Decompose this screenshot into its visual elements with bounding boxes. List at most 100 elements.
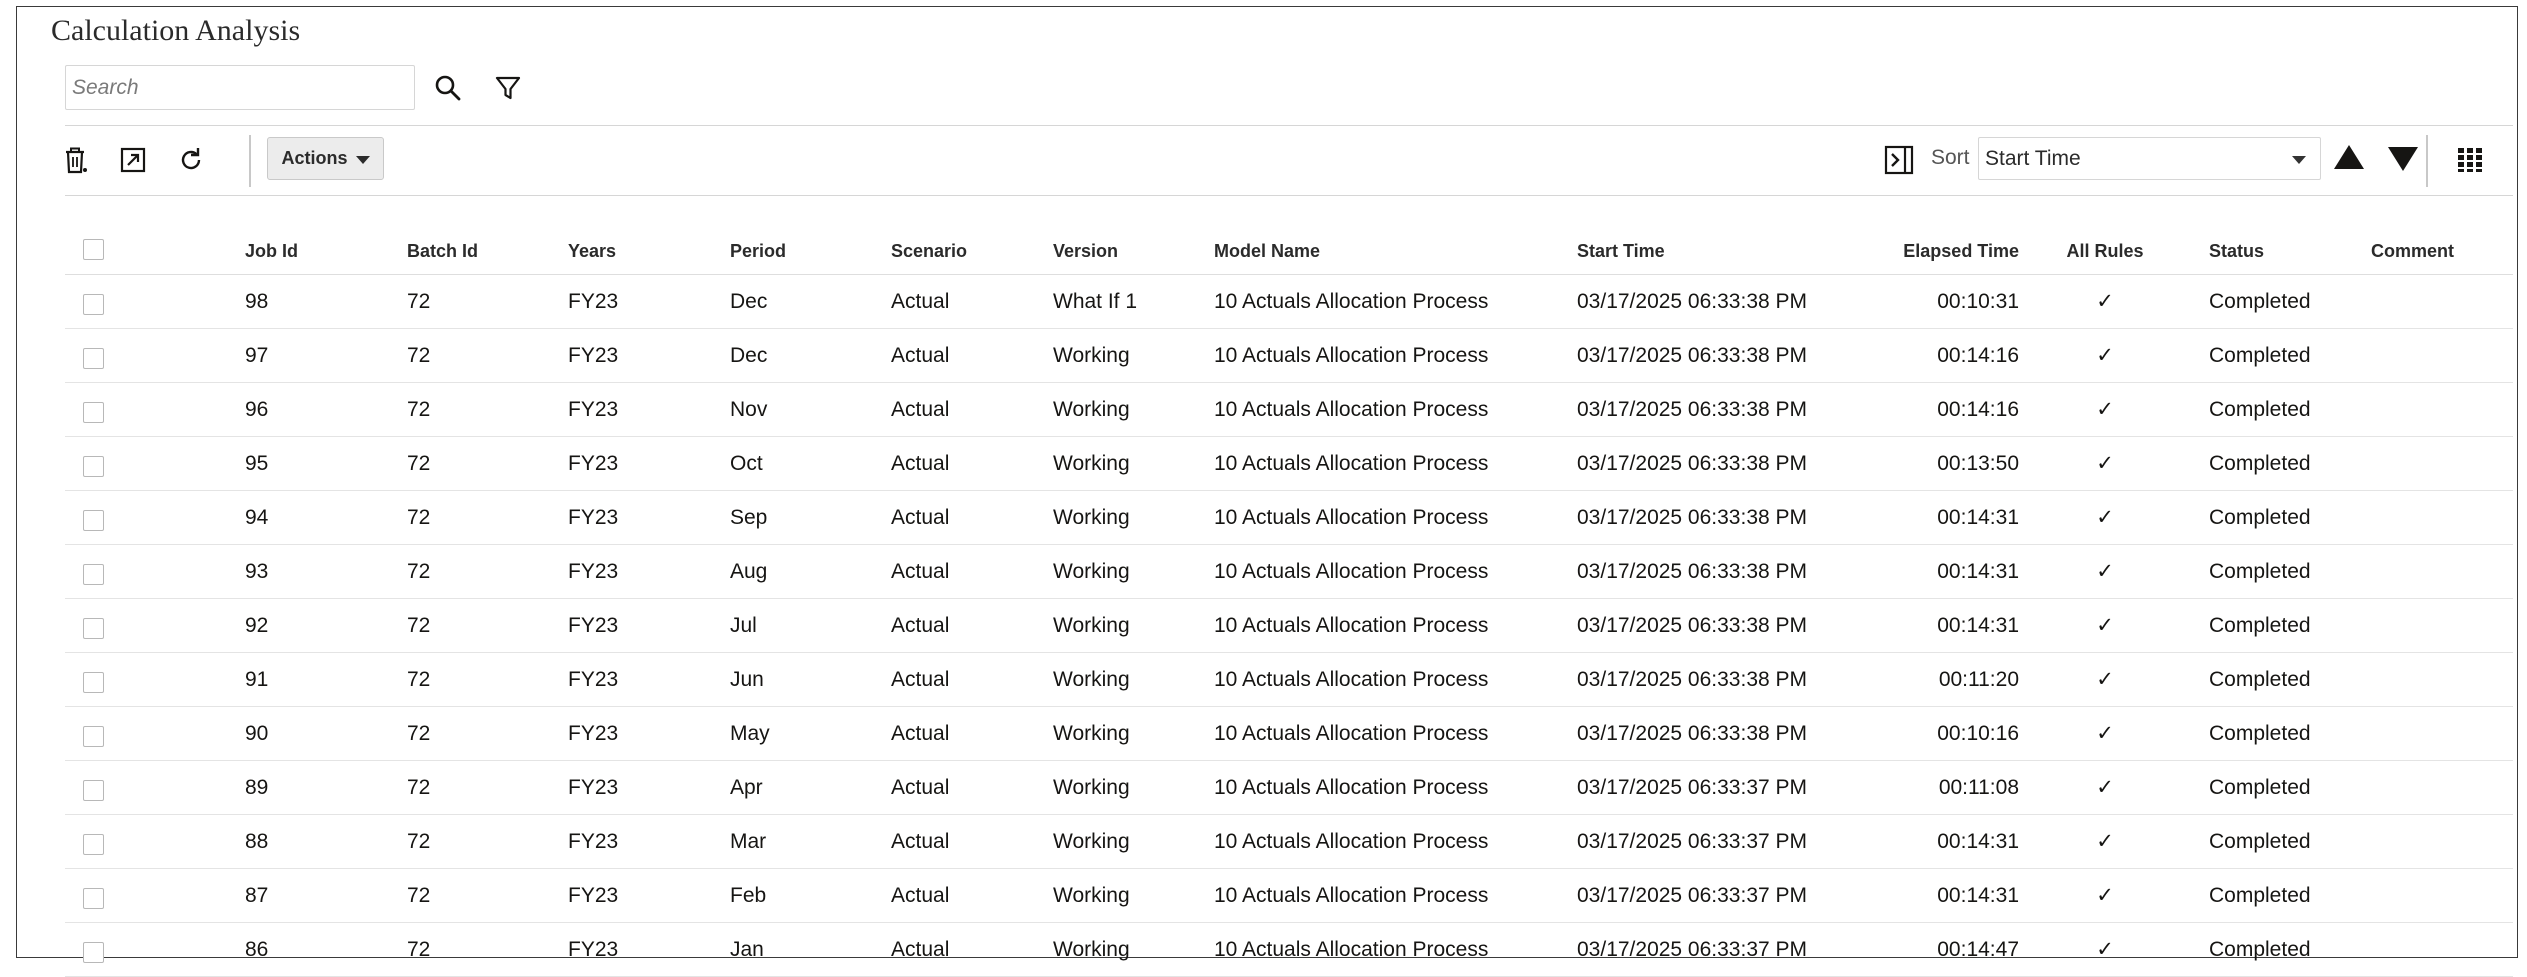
cell-version: Working	[1053, 398, 1130, 421]
cell-status: Completed	[2209, 722, 2311, 745]
row-select-checkbox[interactable]	[83, 618, 104, 639]
column-header-years[interactable]: Years	[568, 241, 616, 262]
cell-start-time: 03/17/2025 06:33:37 PM	[1577, 830, 1808, 853]
cell-years: FY23	[568, 344, 619, 367]
delete-icon[interactable]	[55, 140, 95, 180]
cell-elapsed-time: 00:14:16	[1937, 398, 2019, 421]
row-select-checkbox[interactable]	[83, 294, 104, 315]
cell-batch-id: 72	[407, 884, 431, 907]
cell-scenario: Actual	[891, 776, 950, 799]
cell-status: Completed	[2209, 344, 2311, 367]
column-header-status[interactable]: Status	[2209, 241, 2264, 262]
calculation-analysis-panel: Calculation Analysis Actions Sort Start …	[16, 6, 2518, 977]
cell-job-id: 98	[245, 290, 269, 313]
row-select-checkbox[interactable]	[83, 456, 104, 477]
cell-model-name: 10 Actuals Allocation Process	[1214, 722, 1489, 745]
table-row[interactable]: 88 72 FY23 Mar Actual Working 10 Actuals Alloc…	[65, 815, 2513, 869]
column-header-all-rules[interactable]: All Rules	[2050, 241, 2160, 262]
table-row[interactable]: 86 72 FY23 Jan Actual Working 10 Actuals Alloc…	[65, 923, 2513, 977]
cell-version: What If 1	[1053, 290, 1138, 313]
cell-years: FY23	[568, 884, 619, 907]
cell-period: Feb	[730, 884, 767, 907]
row-select-checkbox[interactable]	[83, 348, 104, 369]
cell-status: Completed	[2209, 506, 2311, 529]
table-row[interactable]: 97 72 FY23 Dec Actual Working 10 Actuals Alloc…	[65, 329, 2513, 383]
table-row[interactable]: 94 72 FY23 Sep Actual Working 10 Actuals Alloc…	[65, 491, 2513, 545]
row-select-checkbox[interactable]	[83, 726, 104, 747]
cell-job-id: 88	[245, 830, 269, 853]
table-row[interactable]: 95 72 FY23 Oct Actual Working 10 Actuals Alloc…	[65, 437, 2513, 491]
search-icon[interactable]	[429, 69, 467, 107]
row-select-checkbox[interactable]	[83, 834, 104, 855]
cell-status: Completed	[2209, 884, 2311, 907]
row-select-checkbox[interactable]	[83, 564, 104, 585]
cell-elapsed-time: 00:14:31	[1937, 830, 2019, 853]
toolbar-top-divider	[65, 125, 2513, 126]
column-header-batch-id[interactable]: Batch Id	[407, 241, 478, 262]
cell-batch-id: 72	[407, 830, 431, 853]
search-field[interactable]	[65, 65, 415, 110]
cell-status: Completed	[2209, 776, 2311, 799]
sort-descending-icon[interactable]	[2388, 147, 2418, 171]
cell-status: Completed	[2209, 398, 2311, 421]
row-select-checkbox[interactable]	[83, 672, 104, 693]
cell-period: Dec	[730, 290, 768, 313]
search-input[interactable]	[66, 66, 414, 109]
cell-elapsed-time: 00:11:08	[1938, 776, 2019, 799]
cell-all-rules-check: ✓	[2096, 884, 2114, 907]
cell-version: Working	[1053, 614, 1130, 637]
cell-job-id: 92	[245, 614, 269, 637]
select-all-checkbox[interactable]	[83, 239, 104, 260]
grid-view-icon[interactable]	[2450, 140, 2490, 180]
cell-years: FY23	[568, 452, 619, 475]
cell-batch-id: 72	[407, 776, 431, 799]
cell-batch-id: 72	[407, 938, 431, 961]
cell-scenario: Actual	[891, 884, 950, 907]
detach-panel-icon[interactable]	[1879, 140, 1919, 180]
cell-elapsed-time: 00:14:31	[1937, 884, 2019, 907]
export-icon[interactable]	[113, 140, 153, 180]
sort-field-select[interactable]: Start Time	[1978, 137, 2321, 180]
sort-ascending-icon[interactable]	[2334, 145, 2364, 169]
refresh-icon[interactable]	[171, 140, 211, 180]
column-header-comment[interactable]: Comment	[2371, 241, 2454, 262]
table-row[interactable]: 96 72 FY23 Nov Actual Working 10 Actuals Alloc…	[65, 383, 2513, 437]
table-row[interactable]: 98 72 FY23 Dec Actual What If 1 10 Actuals All…	[65, 275, 2513, 329]
cell-status: Completed	[2209, 668, 2311, 691]
cell-start-time: 03/17/2025 06:33:38 PM	[1577, 452, 1808, 475]
cell-start-time: 03/17/2025 06:33:38 PM	[1577, 668, 1808, 691]
cell-batch-id: 72	[407, 452, 431, 475]
cell-batch-id: 72	[407, 668, 431, 691]
row-select-checkbox[interactable]	[83, 510, 104, 531]
table-row[interactable]: 92 72 FY23 Jul Actual Working 10 Actuals Alloc…	[65, 599, 2513, 653]
column-header-start-time[interactable]: Start Time	[1577, 241, 1665, 262]
row-select-checkbox[interactable]	[83, 402, 104, 423]
cell-version: Working	[1053, 560, 1130, 583]
table-row[interactable]: 90 72 FY23 May Actual Working 10 Actuals Alloc…	[65, 707, 2513, 761]
column-header-version[interactable]: Version	[1053, 241, 1118, 262]
column-header-job-id[interactable]: Job Id	[245, 241, 298, 262]
cell-years: FY23	[568, 668, 619, 691]
column-header-elapsed-time[interactable]: Elapsed Time	[1855, 241, 2019, 262]
cell-model-name: 10 Actuals Allocation Process	[1214, 614, 1489, 637]
filter-icon[interactable]	[489, 69, 527, 107]
row-select-checkbox[interactable]	[83, 888, 104, 909]
table-row[interactable]: 91 72 FY23 Jun Actual Working 10 Actuals Alloc…	[65, 653, 2513, 707]
table-row[interactable]: 89 72 FY23 Apr Actual Working 10 Actuals Alloc…	[65, 761, 2513, 815]
cell-all-rules-check: ✓	[2096, 506, 2114, 529]
cell-version: Working	[1053, 668, 1130, 691]
cell-model-name: 10 Actuals Allocation Process	[1214, 668, 1489, 691]
cell-job-id: 97	[245, 344, 269, 367]
toolbar-separator	[2426, 135, 2428, 187]
table-row[interactable]: 87 72 FY23 Feb Actual Working 10 Actuals Alloc…	[65, 869, 2513, 923]
row-select-checkbox[interactable]	[83, 780, 104, 801]
column-header-scenario[interactable]: Scenario	[891, 241, 967, 262]
cell-version: Working	[1053, 884, 1130, 907]
column-header-period[interactable]: Period	[730, 241, 786, 262]
table-row[interactable]: 93 72 FY23 Aug Actual Working 10 Actuals Alloc…	[65, 545, 2513, 599]
actions-menu-button[interactable]: Actions	[267, 137, 384, 180]
column-header-model-name[interactable]: Model Name	[1214, 241, 1320, 262]
sort-field-value: Start Time	[1985, 147, 2081, 170]
cell-elapsed-time: 00:14:16	[1937, 344, 2019, 367]
cell-all-rules-check: ✓	[2096, 668, 2114, 691]
